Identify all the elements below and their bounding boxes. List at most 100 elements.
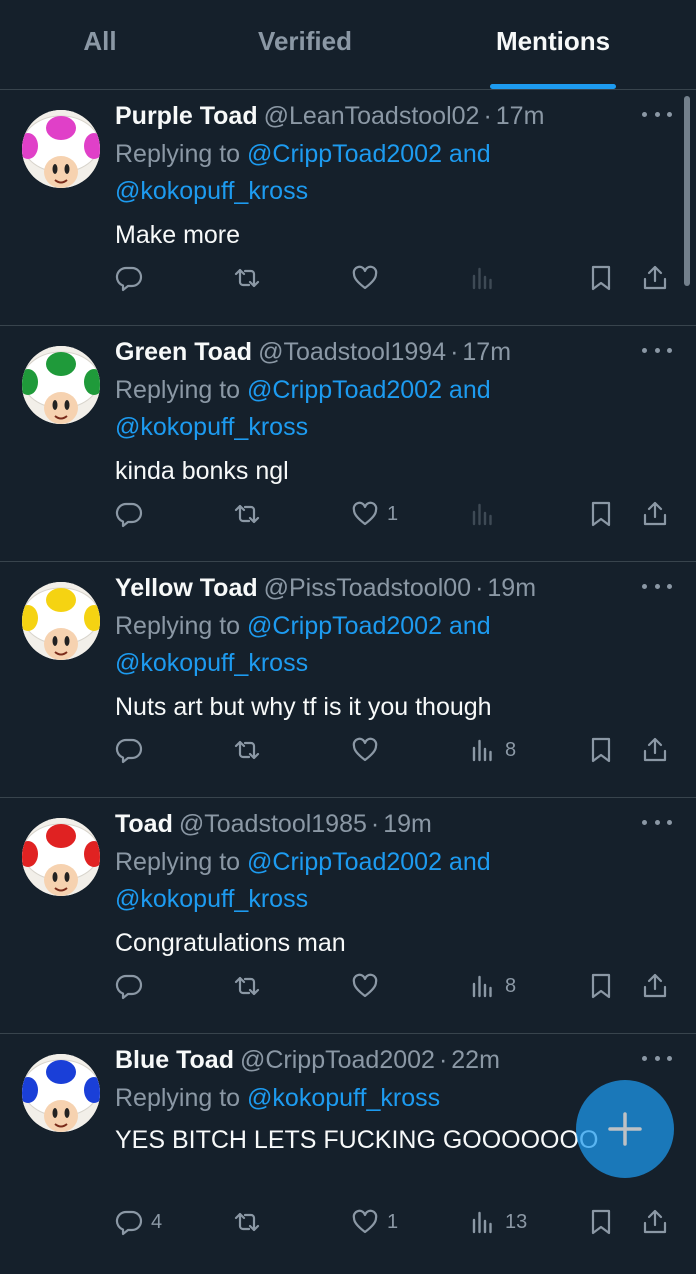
- author-handle[interactable]: @CrippToad2002: [240, 1046, 435, 1075]
- retweet-icon: [234, 504, 260, 524]
- tweet-actions: [115, 260, 672, 296]
- tweet-time[interactable]: 17m: [496, 102, 545, 131]
- avatar[interactable]: [22, 582, 100, 660]
- share-button[interactable]: [641, 972, 669, 1000]
- bookmark-button[interactable]: [587, 972, 615, 1000]
- more-options-icon[interactable]: [642, 1048, 672, 1068]
- author-name[interactable]: Purple Toad: [115, 102, 258, 131]
- retweet-button[interactable]: [233, 500, 269, 528]
- like-button[interactable]: [351, 972, 387, 1000]
- reply-icon: [115, 974, 143, 1000]
- reply-button[interactable]: 4: [115, 1208, 162, 1236]
- like-button[interactable]: [351, 264, 387, 292]
- reply-button[interactable]: [115, 264, 151, 292]
- like-button[interactable]: [351, 736, 387, 764]
- author-handle[interactable]: @PissToadstool00: [264, 574, 471, 603]
- mention-link[interactable]: @kokopuff_kross: [115, 177, 308, 205]
- tweet[interactable]: Toad @Toadstool1985 · 19m Replying to @C…: [0, 798, 696, 1034]
- scrollbar[interactable]: [684, 96, 690, 286]
- separator-dot: ·: [450, 337, 459, 366]
- share-button[interactable]: [641, 500, 669, 528]
- compose-button[interactable]: [576, 1080, 674, 1178]
- like-button[interactable]: 1: [351, 500, 398, 528]
- tab-mentions-label: Mentions: [495, 26, 611, 56]
- tweet-time[interactable]: 17m: [462, 338, 511, 367]
- separator-dot: ·: [483, 101, 492, 130]
- author-handle[interactable]: @Toadstool1985: [179, 810, 367, 839]
- views-button[interactable]: 8: [469, 736, 516, 764]
- like-count: 1: [387, 502, 399, 525]
- bookmark-button[interactable]: [587, 736, 615, 764]
- heart-icon: [352, 265, 378, 290]
- avatar[interactable]: [22, 818, 100, 896]
- retweet-icon: [234, 976, 260, 996]
- tab-all[interactable]: All: [0, 0, 200, 89]
- tweet-text: kinda bonks ngl: [115, 457, 289, 485]
- bookmark-icon: [591, 1209, 611, 1235]
- tweet[interactable]: Green Toad @Toadstool1994 · 17m Replying…: [0, 326, 696, 562]
- tweet-actions: 8: [115, 968, 672, 1004]
- more-options-icon[interactable]: [642, 104, 672, 124]
- bookmark-icon: [591, 973, 611, 999]
- views-button[interactable]: 8: [469, 972, 516, 1000]
- author-handle[interactable]: @Toadstool1994: [258, 338, 446, 367]
- author-name[interactable]: Toad: [115, 810, 173, 839]
- bookmark-button[interactable]: [587, 264, 615, 292]
- replying-to: Replying to @CrippToad2002 and: [115, 608, 672, 645]
- author-handle[interactable]: @LeanToadstool02: [264, 102, 480, 131]
- tab-verified[interactable]: Verified: [200, 0, 410, 89]
- share-button[interactable]: [641, 736, 669, 764]
- heart-icon: [352, 737, 378, 762]
- share-button[interactable]: [641, 1208, 669, 1236]
- avatar[interactable]: [22, 346, 100, 424]
- toad-avatar-icon: [22, 1054, 100, 1132]
- author-name[interactable]: Green Toad: [115, 338, 252, 367]
- views-button[interactable]: [469, 264, 505, 292]
- mention-link[interactable]: @kokopuff_kross: [115, 413, 308, 441]
- mention-link[interactable]: @CrippToad2002 and: [247, 140, 491, 168]
- mention-link[interactable]: @CrippToad2002 and: [247, 848, 491, 876]
- heart-icon: [352, 1209, 378, 1234]
- tweet[interactable]: Yellow Toad @PissToadstool00 · 19m Reply…: [0, 562, 696, 798]
- share-button[interactable]: [641, 264, 669, 292]
- tweet-text: Congratulations man: [115, 929, 346, 957]
- reply-button[interactable]: [115, 500, 151, 528]
- replying-to: Replying to @CrippToad2002 and: [115, 136, 672, 173]
- like-button[interactable]: 1: [351, 1208, 398, 1236]
- views-button[interactable]: 13: [469, 1208, 527, 1236]
- retweet-button[interactable]: [233, 1208, 269, 1236]
- bookmark-button[interactable]: [587, 500, 615, 528]
- more-options-icon[interactable]: [642, 340, 672, 360]
- mention-link[interactable]: @kokopuff_kross: [115, 885, 308, 913]
- bookmark-button[interactable]: [587, 1208, 615, 1236]
- mention-link[interactable]: @kokopuff_kross: [247, 1084, 440, 1112]
- views-chart-icon: [472, 739, 492, 762]
- reply-icon: [115, 1210, 143, 1236]
- mention-link[interactable]: @CrippToad2002 and: [247, 612, 491, 640]
- reply-button[interactable]: [115, 736, 151, 764]
- tweet-time[interactable]: 22m: [451, 1046, 500, 1075]
- author-name[interactable]: Blue Toad: [115, 1046, 234, 1075]
- reply-button[interactable]: [115, 972, 151, 1000]
- retweet-button[interactable]: [233, 264, 269, 292]
- tab-mentions[interactable]: Mentions: [410, 0, 696, 89]
- tweet-text: Make more: [115, 221, 241, 249]
- tweet[interactable]: Purple Toad @LeanToadstool02 · 17m Reply…: [0, 90, 696, 326]
- mention-link[interactable]: @kokopuff_kross: [115, 649, 308, 677]
- tweet-actions: 1: [115, 496, 672, 532]
- tweet-time[interactable]: 19m: [383, 810, 432, 839]
- author-name[interactable]: Yellow Toad: [115, 574, 258, 603]
- views-button[interactable]: [469, 500, 505, 528]
- replying-to-label: Replying to: [115, 140, 248, 168]
- tweet-time[interactable]: 19m: [487, 574, 536, 603]
- more-options-icon[interactable]: [642, 812, 672, 832]
- views-chart-icon: [472, 1211, 492, 1234]
- tab-verified-label: Verified: [258, 26, 352, 56]
- more-options-icon[interactable]: [642, 576, 672, 596]
- retweet-button[interactable]: [233, 736, 269, 764]
- avatar[interactable]: [22, 1054, 100, 1132]
- avatar[interactable]: [22, 110, 100, 188]
- mention-link[interactable]: @CrippToad2002 and: [247, 376, 491, 404]
- retweet-button[interactable]: [233, 972, 269, 1000]
- replying-to-label: Replying to: [115, 376, 248, 404]
